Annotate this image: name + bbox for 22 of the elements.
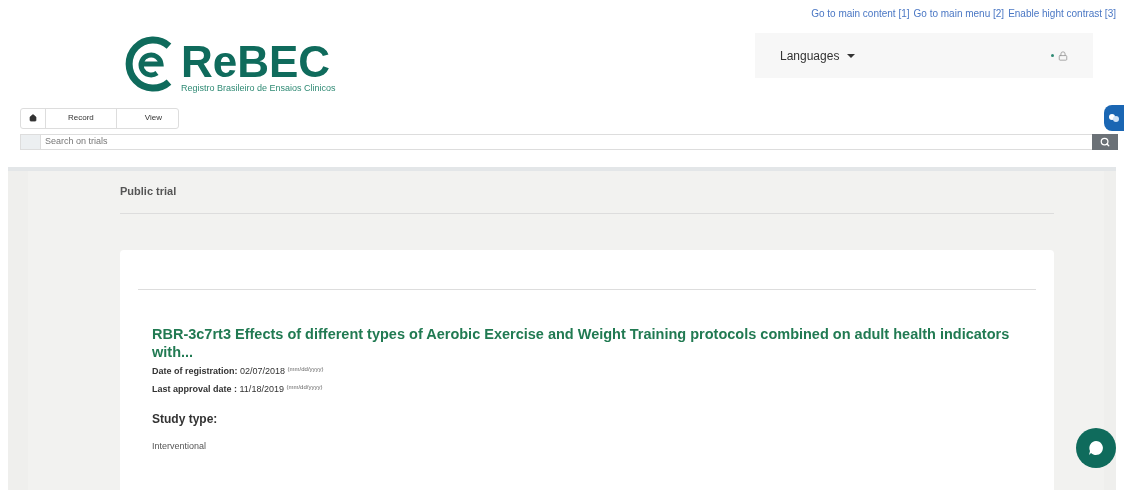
search-field[interactable]: Search on trials (41, 134, 1092, 150)
date-line: Last approval date : 11/18/2019 $^{(mm/dd/yyyy)}$ (152, 382, 324, 396)
page-title: Public trial (120, 170, 1054, 214)
logo-subtitle: Registro Brasileiro de Ensaios Clinicos (181, 81, 336, 95)
logo-wordmark: ReBEC (181, 39, 331, 84)
trial-title: RBR-3c7rt3 Effects of different types of Aerobic Exercise and Weight Training protocols combined on adult health indicators with... (152, 325, 1011, 361)
skip-link[interactable]: Go to main menu [2] (913, 6, 1005, 21)
study-type-value: Interventional (152, 440, 208, 453)
date-line: Date of registration: 02/07/2018 $^{(mm/dd/yyyy)}$ (152, 365, 325, 378)
caret-icon (847, 53, 856, 58)
languages-dropdown[interactable]: Languages (780, 46, 856, 65)
section-heading: Study type: (152, 411, 219, 428)
skip-link[interactable]: Go to main content [1] (811, 6, 910, 21)
search-button[interactable] (1092, 134, 1118, 150)
accessibility-button[interactable] (1104, 105, 1124, 131)
search-icon (1100, 136, 1110, 147)
search-addon (20, 134, 41, 150)
breadcrumb-link[interactable]: Record (45, 108, 116, 128)
skip-link[interactable]: Enable hight contrast [3] (1008, 6, 1116, 21)
home-icon[interactable] (29, 114, 37, 122)
breadcrumb-link[interactable]: View (115, 108, 178, 128)
chat-bubble-icon (1088, 440, 1104, 456)
